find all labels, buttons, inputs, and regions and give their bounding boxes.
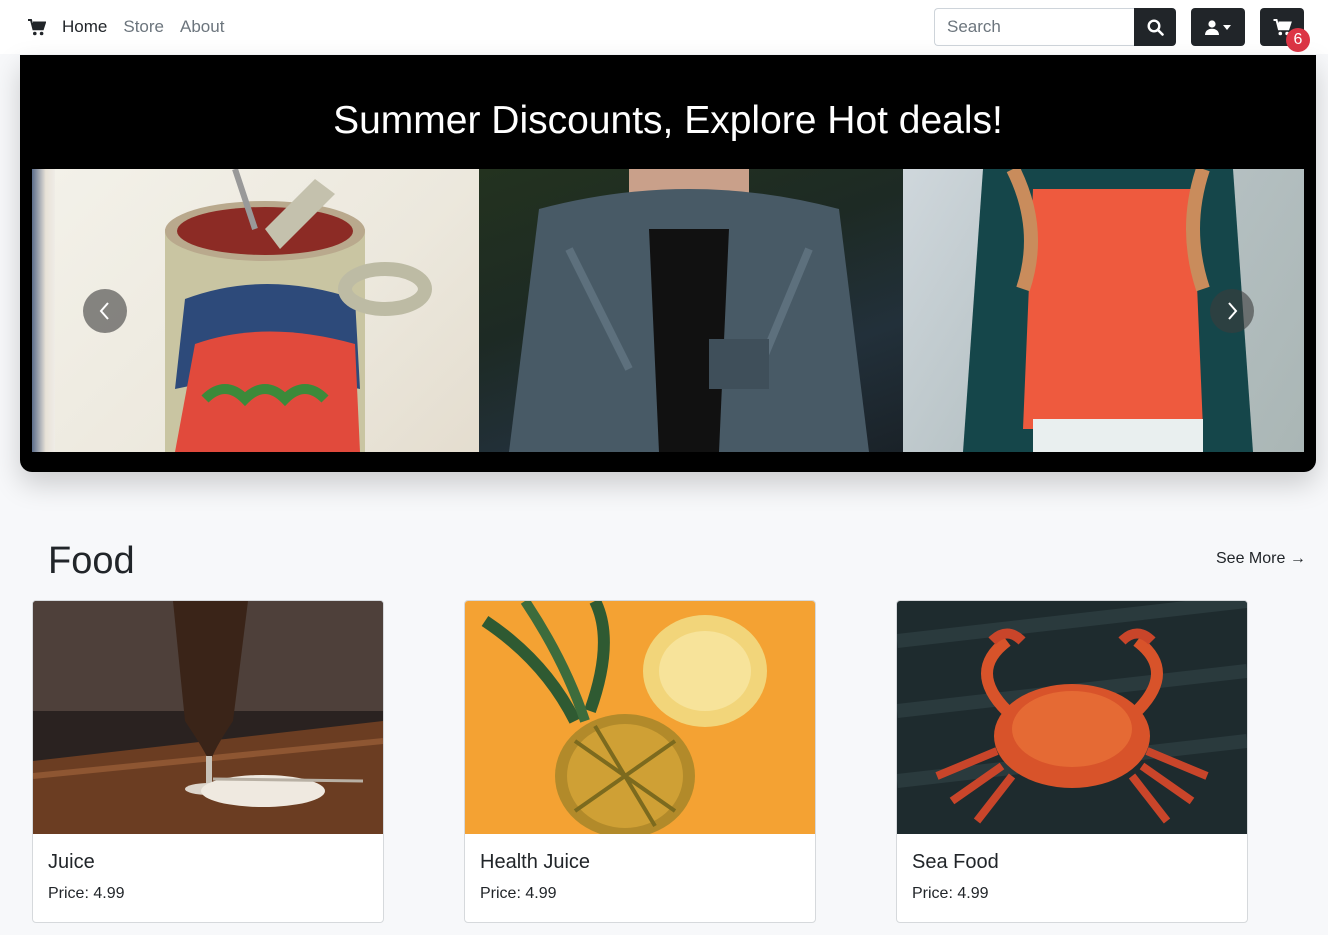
carousel-prev-button[interactable]	[83, 289, 127, 333]
user-menu-button[interactable]	[1191, 8, 1245, 46]
nav-link-about[interactable]: About	[180, 17, 224, 37]
hero-banner: Summer Discounts, Explore Hot deals!	[20, 55, 1316, 472]
product-price: Price: 4.99	[912, 885, 989, 902]
product-image-juice	[33, 601, 383, 834]
cart-count-badge: 6	[1286, 28, 1310, 52]
product-name: Juice	[48, 851, 95, 873]
hero-carousel[interactable]	[32, 169, 1304, 452]
product-card-juice[interactable]: Juice Price: 4.99	[32, 600, 384, 923]
top-navbar: Home Store About 6	[0, 0, 1328, 54]
section-title: Food	[48, 540, 135, 582]
product-card-sea-food[interactable]: Sea Food Price: 4.99	[896, 600, 1248, 923]
see-more-link[interactable]: See More →	[1216, 550, 1306, 568]
product-name: Health Juice	[480, 851, 591, 873]
carousel-slide-denim-jacket	[479, 169, 903, 452]
search-input[interactable]	[934, 8, 1134, 46]
nav-link-store[interactable]: Store	[123, 17, 164, 37]
search-icon	[1146, 18, 1164, 36]
cart-button[interactable]: 6	[1260, 8, 1310, 52]
carousel-next-button[interactable]	[1210, 289, 1254, 333]
hero-title: Summer Discounts, Explore Hot deals!	[333, 99, 1003, 142]
brand-cart-icon[interactable]	[28, 17, 48, 37]
chevron-down-icon	[1223, 24, 1231, 30]
product-price: Price: 4.99	[480, 885, 557, 902]
product-card-health-juice[interactable]: Health Juice Price: 4.99	[464, 600, 816, 923]
product-image-pineapple	[465, 601, 815, 834]
search-form	[934, 8, 1176, 46]
chevron-right-icon	[1228, 302, 1238, 320]
user-icon	[1205, 19, 1219, 35]
carousel-slide-partial	[32, 169, 55, 452]
product-image-crab	[897, 601, 1247, 834]
chevron-left-icon	[99, 302, 109, 320]
nav-link-home[interactable]: Home	[62, 17, 107, 37]
search-button[interactable]	[1134, 8, 1176, 46]
product-name: Sea Food	[912, 851, 999, 873]
product-price: Price: 4.99	[48, 885, 125, 902]
